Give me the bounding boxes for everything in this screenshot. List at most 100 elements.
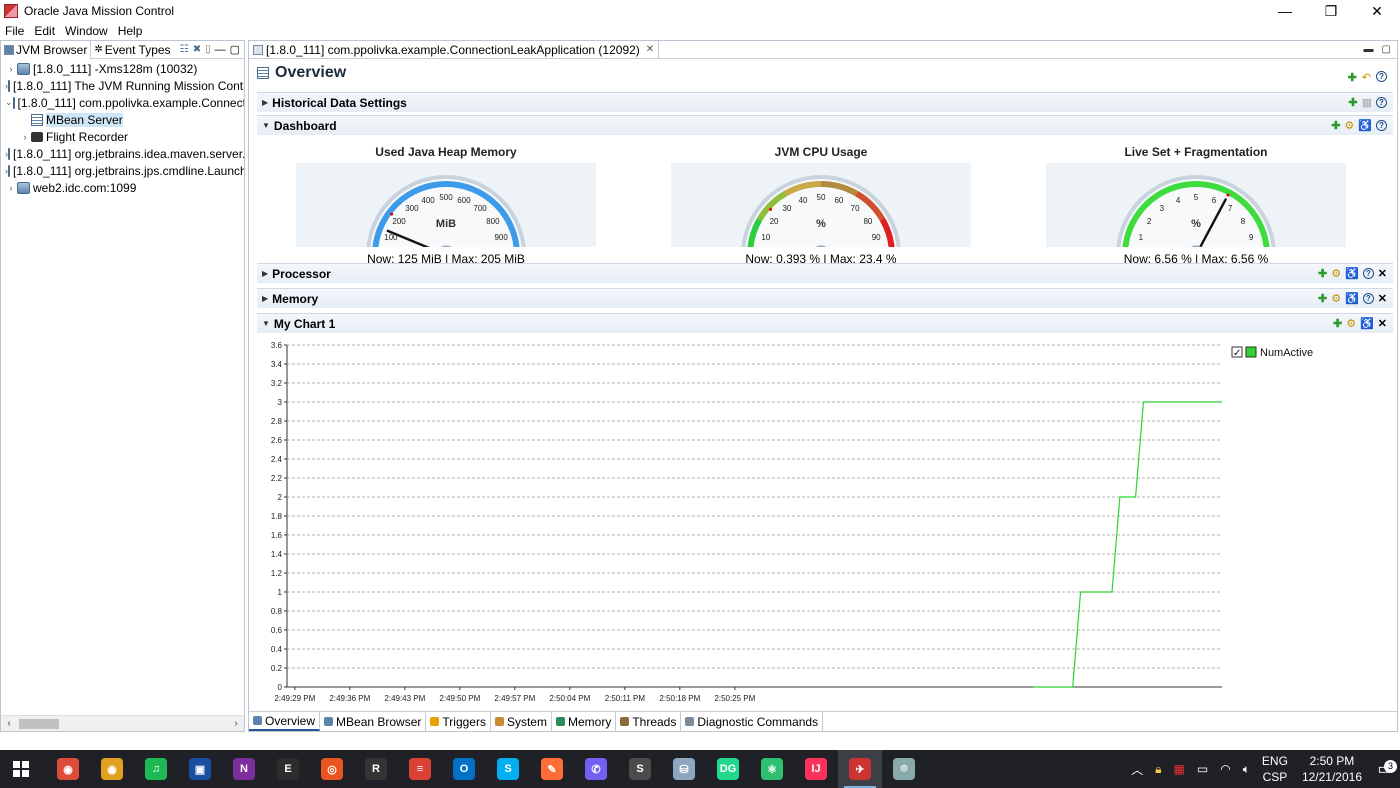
help-icon[interactable]: ? [1362,293,1374,304]
battery-icon[interactable]: ▭ [1191,762,1214,776]
tab-system[interactable]: System [491,712,552,731]
section-historical-data-settings[interactable]: ▶ Historical Data Settings ✚ ▦ ? [257,92,1393,112]
tab-memory[interactable]: Memory [552,712,617,731]
table-settings-icon[interactable]: ▦ [1362,96,1372,109]
tree-item[interactable]: › [1.8.0_111] org.jetbrains.jps.cmdline.L… [1,162,244,179]
tree-item[interactable]: MBean Server [1,111,244,128]
taskbar-app[interactable]: E [266,750,310,788]
tree-item[interactable]: › Flight Recorder [1,128,244,145]
taskbar-app[interactable]: ♫ [134,750,178,788]
chart-svg[interactable]: 0 0.2 0.4 0.6 0.8 1 1.2 1.4 1.6 1.8 2 2.2 2.4 2.6 2.8 3… [257,339,1393,709]
close-tab-icon[interactable]: ✕ [646,44,654,55]
editor-maximize-icon[interactable]: ▢ [1382,44,1391,55]
scroll-left-icon[interactable]: ‹ [1,718,17,729]
section-my-chart[interactable]: ▼ My Chart 1 ✚ ⚙ ♿ ✕ [257,313,1393,333]
tab-overview[interactable]: Overview [249,712,321,731]
taskbar-app[interactable]: ✆ [574,750,618,788]
menu-window[interactable]: Window [60,24,113,38]
taskbar-app[interactable]: S [486,750,530,788]
taskbar-app[interactable]: ◉ [90,750,134,788]
expand-arrow-icon[interactable]: › [19,132,31,142]
tab-event-types[interactable]: ✲ Event Types [91,41,173,59]
tab-threads[interactable]: Threads [616,712,682,731]
close-section-icon[interactable]: ✕ [1378,317,1387,330]
connect-icon[interactable]: ✖ [193,44,201,55]
input-language[interactable]: ENG CSP [1256,753,1294,785]
reset-icon[interactable]: ↶ [1362,71,1371,84]
taskbar-app[interactable]: O [442,750,486,788]
settings-icon[interactable]: ⚙ [1331,292,1341,305]
action-center-button[interactable]: ▭ 3 [1370,759,1400,779]
tree-item[interactable]: ⌄ [1.8.0_111] com.ppolivka.example.Connec… [1,94,244,111]
menu-file[interactable]: File [0,24,29,38]
add-icon[interactable]: ✚ [1333,317,1342,330]
expand-arrow-icon[interactable]: ▶ [262,294,268,303]
clock[interactable]: 2:50 PM 12/21/2016 [1294,753,1370,785]
add-icon[interactable]: ✚ [1331,119,1340,132]
close-button[interactable]: ✕ [1354,0,1400,22]
scroll-right-icon[interactable]: › [228,718,244,729]
start-button[interactable] [0,750,42,788]
numactive-chart[interactable]: 0 0.2 0.4 0.6 0.8 1 1.2 1.4 1.6 1.8 2 2.2 2.4 2.6 2.8 3… [257,339,1393,709]
close-section-icon[interactable]: ✕ [1378,292,1387,305]
view-menu-icon[interactable]: ☷ [180,44,189,55]
expand-arrow-icon[interactable]: › [5,64,17,74]
scrollbar-thumb[interactable] [19,719,59,729]
collapse-arrow-icon[interactable]: ⌄ [5,97,13,108]
expand-arrow-icon[interactable]: ▶ [262,98,268,107]
maximize-button[interactable]: ❐ [1308,0,1354,22]
app-tray-icon[interactable]: ▦ [1168,762,1191,776]
add-icon[interactable]: ✚ [1318,267,1327,280]
wifi-icon[interactable]: ◠ [1214,762,1236,776]
collapse-arrow-icon[interactable]: ▼ [262,319,270,328]
taskbar-app[interactable]: IJ [794,750,838,788]
maximize-view-icon[interactable]: ▢ [230,43,240,56]
taskbar-app[interactable]: DG [706,750,750,788]
settings-icon[interactable]: ⚙ [1344,119,1354,132]
taskbar-app[interactable]: ⚛ [750,750,794,788]
settings-icon[interactable]: ⚙ [1331,267,1341,280]
tab-triggers[interactable]: Triggers [426,712,491,731]
taskbar-app[interactable]: S [618,750,662,788]
tree-item[interactable]: › web2.idc.com:1099 [1,179,244,196]
menu-help[interactable]: Help [113,24,148,38]
taskbar-app[interactable]: ◉ [46,750,90,788]
taskbar-app[interactable]: ✈ [838,750,882,788]
add-icon[interactable]: ✚ [1318,292,1327,305]
taskbar-app[interactable]: ✎ [530,750,574,788]
tree-item[interactable]: › [1.8.0_111] -Xms128m (10032) [1,60,244,77]
expand-arrow-icon[interactable]: ▶ [262,269,268,278]
tab-diagnostic-commands[interactable]: Diagnostic Commands [681,712,824,731]
add-icon[interactable]: ✚ [1348,96,1357,109]
accessibility-icon[interactable]: ♿ [1360,317,1374,330]
taskbar-app[interactable]: ⛁ [662,750,706,788]
settings-icon[interactable]: ⚙ [1346,317,1356,330]
new-connection-icon[interactable]: ▯ [205,44,211,55]
accessibility-icon[interactable]: ♿ [1345,292,1359,305]
tab-jvm-browser[interactable]: JVM Browser [1,40,92,59]
minimize-button[interactable]: — [1262,0,1308,22]
help-icon[interactable]: ? [1376,120,1387,131]
section-memory[interactable]: ▶ Memory ✚ ⚙ ♿ ? ✕ [257,288,1393,308]
close-section-icon[interactable]: ✕ [1378,267,1387,280]
taskbar-app[interactable]: ◎ [310,750,354,788]
help-icon[interactable]: ? [1376,71,1387,82]
show-hidden-icons[interactable]: ︿ [1125,761,1149,778]
collapse-arrow-icon[interactable]: ▼ [262,121,270,130]
section-processor[interactable]: ▶ Processor ✚ ⚙ ♿ ? ✕ [257,263,1393,283]
add-section-icon[interactable]: ✚ [1348,71,1357,84]
tree-item[interactable]: › [1.8.0_111] org.jetbrains.idea.maven.se… [1,145,244,162]
taskbar-app[interactable]: R [354,750,398,788]
horizontal-scrollbar[interactable]: ‹ › [1,715,244,731]
minimize-view-icon[interactable]: — [215,44,226,56]
taskbar-app[interactable]: ≡ [398,750,442,788]
section-dashboard[interactable]: ▼ Dashboard ✚ ⚙ ♿ ? [257,115,1393,135]
tab-mbean-browser[interactable]: MBean Browser [320,712,427,731]
volume-icon[interactable]: 🔈︎ [1237,762,1256,777]
editor-tab[interactable]: [1.8.0_111] com.ppolivka.example.Connect… [249,40,660,59]
editor-minimize-icon[interactable]: ▬ [1364,44,1374,55]
help-icon[interactable]: ? [1362,268,1374,279]
security-icon[interactable]: 🔒︎ [1149,762,1167,777]
help-icon[interactable]: ? [1376,97,1387,108]
accessibility-icon[interactable]: ♿ [1358,119,1372,132]
